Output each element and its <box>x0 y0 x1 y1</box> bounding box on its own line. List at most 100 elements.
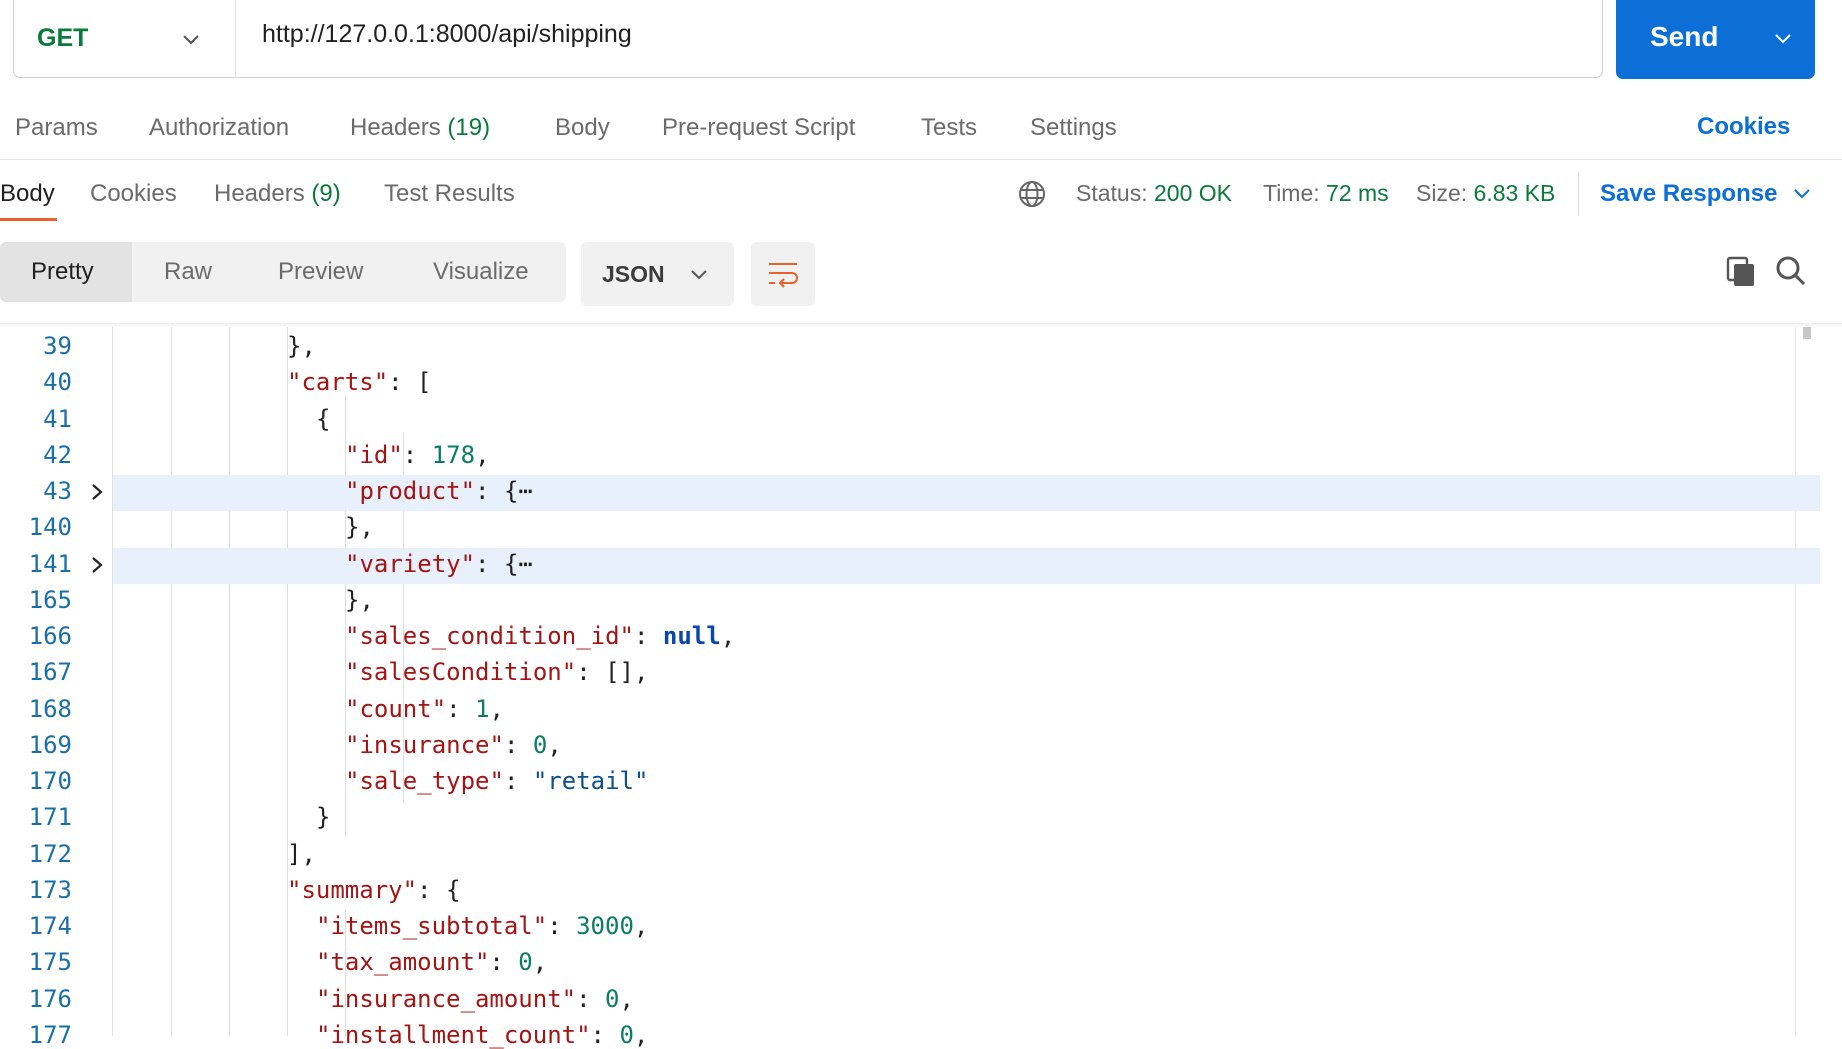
code-line: "insurance_amount": 0, <box>316 985 634 1013</box>
code-line: "sales_condition_id": null, <box>345 622 735 650</box>
tab-response-headers[interactable]: Headers (9) <box>214 180 341 208</box>
json-punctuation: : <box>503 730 533 759</box>
line-number: 168 <box>28 694 72 723</box>
chevron-right-icon[interactable] <box>88 483 106 501</box>
json-punctuation: : <box>590 1020 620 1049</box>
line-number: 39 <box>43 332 72 360</box>
json-key: "installment_count" <box>316 1020 591 1049</box>
tab-settings[interactable]: Settings <box>1030 114 1117 142</box>
line-number: 166 <box>28 622 72 650</box>
code-line: "carts": [ <box>287 368 432 396</box>
tab-test-results[interactable]: Test Results <box>384 180 515 208</box>
method-select[interactable]: GET <box>37 24 88 53</box>
size-indicator: Size: 6.83 KB <box>1416 180 1555 207</box>
json-key: "sales_condition_id" <box>345 622 634 650</box>
json-string: "retail" <box>532 767 649 795</box>
code-line: }, <box>345 513 374 541</box>
line-number: 177 <box>28 1020 72 1049</box>
json-punctuation: , <box>619 984 634 1013</box>
json-key: "insurance_amount" <box>316 984 577 1013</box>
view-preview-button[interactable]: Preview <box>278 258 363 286</box>
copy-icon[interactable] <box>1726 256 1758 288</box>
json-punctuation: , <box>489 694 504 723</box>
line-number: 170 <box>28 767 72 795</box>
divider <box>235 0 236 78</box>
view-raw-button[interactable]: Raw <box>164 258 212 286</box>
line-number: 41 <box>43 404 72 433</box>
json-punctuation: : <box>402 440 432 469</box>
json-punctuation: : <box>576 984 605 1013</box>
code-line: ], <box>287 840 316 868</box>
json-punctuation: : <box>547 912 577 940</box>
scrollbar-thumb[interactable] <box>1803 327 1811 339</box>
wrap-lines-icon[interactable] <box>766 258 800 290</box>
json-punctuation: , <box>633 1020 649 1049</box>
code-line: "tax_amount": 0, <box>316 948 547 976</box>
line-number: 165 <box>28 585 72 614</box>
tab-params[interactable]: Params <box>15 114 98 142</box>
send-button-label[interactable]: Send <box>1650 21 1718 53</box>
tab-headers[interactable]: Headers (19) <box>350 114 490 142</box>
search-icon[interactable] <box>1775 255 1807 287</box>
active-tab-indicator <box>0 218 57 221</box>
json-punctuation: , <box>547 730 562 759</box>
tab-headers-label: Headers <box>350 114 441 141</box>
tab-response-headers-label: Headers <box>214 180 305 207</box>
json-key: "tax_amount" <box>316 948 490 977</box>
chevron-down-icon[interactable] <box>688 263 710 285</box>
chevron-down-icon[interactable] <box>180 28 202 50</box>
indent-guide <box>171 327 172 1036</box>
json-punctuation: ], <box>287 839 316 868</box>
code-line: "product": {⋯ <box>345 477 533 505</box>
headers-count: (19) <box>447 114 491 141</box>
chevron-right-icon[interactable] <box>88 556 106 574</box>
code-line: }, <box>345 586 374 614</box>
code-line: "salesCondition": [], <box>345 658 648 686</box>
code-line: { <box>316 405 330 433</box>
tab-pre-request-script[interactable]: Pre-request Script <box>662 114 855 142</box>
tab-tests[interactable]: Tests <box>921 114 977 142</box>
line-number: 140 <box>28 513 72 542</box>
chevron-down-icon[interactable] <box>1772 27 1794 49</box>
json-number: 3000 <box>576 912 634 940</box>
json-number: 0 <box>518 948 533 977</box>
line-number: 176 <box>28 984 72 1013</box>
json-null: null <box>662 622 721 650</box>
tab-authorization[interactable]: Authorization <box>149 114 289 142</box>
code-line: "summary": { <box>287 876 460 904</box>
line-number: 42 <box>43 440 72 469</box>
status-indicator: Status: 200 OK <box>1076 180 1232 207</box>
code-line: } <box>316 803 330 831</box>
json-key: "count" <box>345 694 447 723</box>
request-bar <box>13 0 1603 78</box>
json-key: "salesCondition" <box>345 658 577 687</box>
view-pretty-button[interactable]: Pretty <box>31 258 94 286</box>
json-punctuation: } <box>316 803 331 832</box>
json-punctuation: , <box>475 440 490 469</box>
cookies-link[interactable]: Cookies <box>1697 113 1790 141</box>
toolbar-shadow <box>0 323 1842 327</box>
tab-body[interactable]: Body <box>555 114 610 142</box>
chevron-down-icon[interactable] <box>1792 183 1812 203</box>
json-punctuation: : <box>446 694 476 723</box>
json-number: 0 <box>532 730 548 759</box>
time-value: 72 ms <box>1326 180 1389 206</box>
format-select-label[interactable]: JSON <box>602 261 665 288</box>
size-value: 6.83 KB <box>1473 180 1556 206</box>
line-number: 141 <box>28 549 72 578</box>
view-visualize-button[interactable]: Visualize <box>433 258 529 286</box>
json-key: "summary" <box>287 875 418 904</box>
time-label: Time: <box>1263 180 1320 206</box>
code-line: "installment_count": 0, <box>316 1021 648 1049</box>
save-response-button[interactable]: Save Response <box>1600 180 1777 208</box>
tab-response-cookies[interactable]: Cookies <box>90 180 177 208</box>
line-number: 40 <box>43 368 72 397</box>
line-number: 167 <box>28 658 72 687</box>
url-input[interactable]: http://127.0.0.1:8000/api/shipping <box>262 20 632 49</box>
globe-icon[interactable] <box>1017 179 1047 209</box>
gutter-divider <box>112 327 113 1036</box>
code-line: }, <box>287 332 316 360</box>
tab-response-body[interactable]: Body <box>0 180 55 208</box>
json-key: "carts" <box>287 368 389 397</box>
scrollbar-track[interactable] <box>1795 327 1796 1036</box>
